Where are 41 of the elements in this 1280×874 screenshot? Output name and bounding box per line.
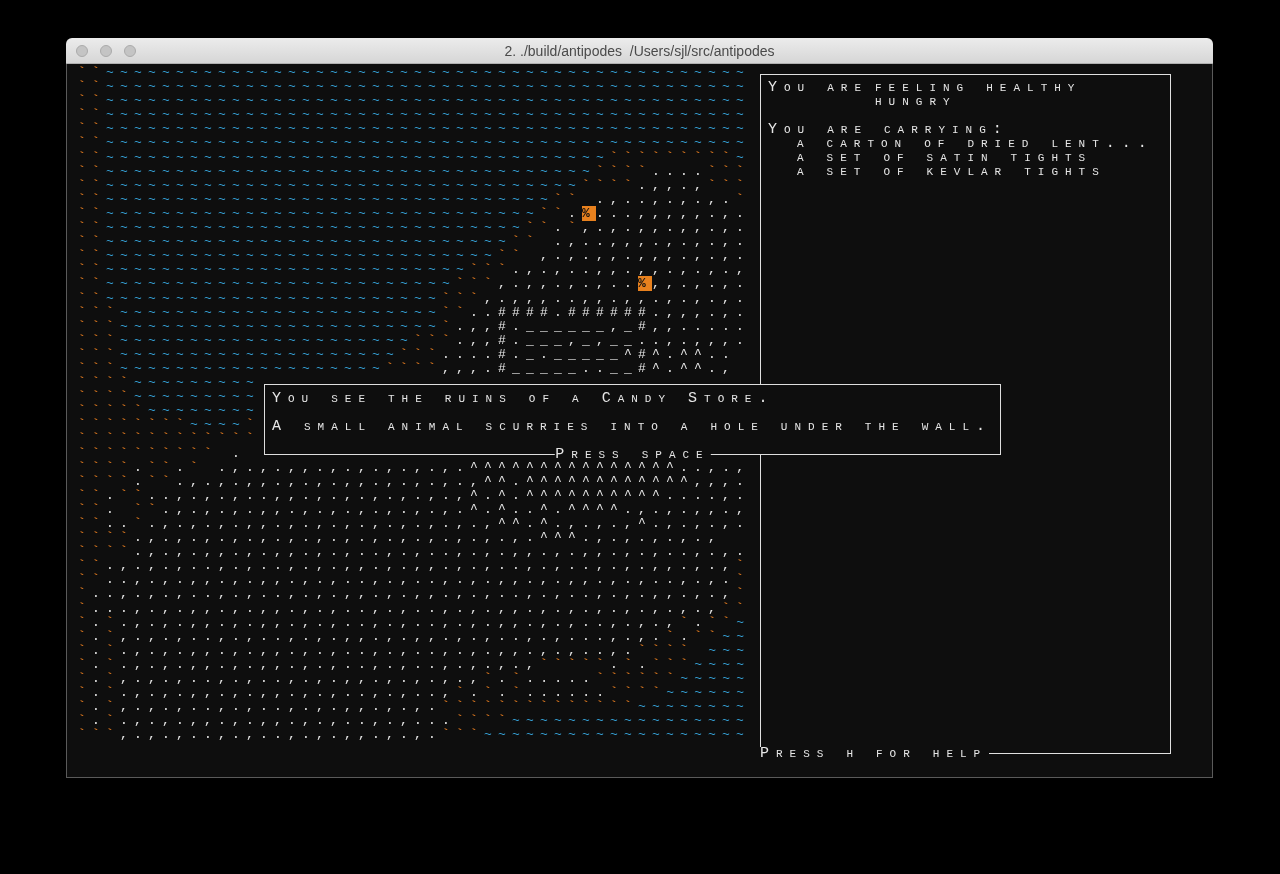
map-row-text: ``~~~~~~~~~~~~~~~~~~~~~~~~~~~~~~~``.%...,,,,,.,.: [78, 206, 751, 221]
map-row: ``~~~~~~~~~~~~~~~~~~~~~~~~~~~~~~~~`` .,..,.,.,.`: [78, 192, 751, 207]
map-row: ``~~~~~~~~~~~~~~~~~~~~~~~~~~~~~~~~~~~~`````````~: [78, 150, 751, 165]
window-button[interactable]: [124, 44, 136, 57]
map-row-text: ```~~~~~~~~~~~~~~~~~~~````,,,.#_____..__#^.^^.,: [78, 361, 738, 376]
map-row: ````.``.,.,.,,.,.,.,,.,.,.,.,^^.^^^^^^^^^^^^,,,.: [78, 474, 751, 489]
message-line: A small animal scurries into a hole under the wall.: [272, 417, 993, 437]
map-row: ```~~~~~~~~~~~~~~~~~~~~~~~`.,,#.______,_#,,.....: [78, 319, 751, 334]
window-title: 2. ./build/antipodes /Users/sjl/src/antipodes: [504, 42, 775, 59]
map-row: `.`.,.,.,,.,.,,.,.,..,.,..,.,.,,.,.,..,.```` ~~~: [78, 643, 751, 658]
inventory-item: a set of satin tights: [796, 151, 1094, 165]
map-row-text: `.`.,.,.,,.,.,,.,.,..,.,..,.,.,.,`````.`.```~~~~: [78, 657, 751, 672]
map-row: ``~~~~~~~~~~~~~~~~~~~~~~~~~~~~~~~~~~````.,,.,```: [78, 178, 751, 193]
map-row: ```~~~~~~~~~~~~~~~~~~~~~~~``..####.######.,,,.,.: [78, 305, 751, 320]
inventory-item: a set of kevlar tights: [796, 165, 1107, 179]
map-row-text: ``..`.,.,.,.,,.,.,.,.,.,.,.,.,^^.^.,.,.,^.,.,.,.: [78, 517, 751, 531]
map-row: ``~~~~~~~~~~~~~~~~~~~~~~~~~```,.,,.,.,..%,,.,.,.: [78, 277, 751, 292]
inventory-item: a carton of dried lent...: [796, 137, 1155, 151]
map-row: `.`.,.,.,,.,.,,.,.,..,.,..,.,.,,.,.,..,.,.,`.``~: [78, 615, 751, 630]
map-row: ```~~~~~~~~~~~~~~~~~~~~~```.,,#.___,_,__..,.,,,.: [78, 333, 751, 348]
window-button[interactable]: [76, 44, 88, 57]
map-row: `...,.,.,,.,.,,.,.,..,.,..,.,.,,.,.,.,.,.,.,.,``: [78, 601, 751, 616]
map-row: `````````` .: [78, 446, 247, 461]
map-row-text: ```~~~~~~~~~~~~~~~~~~~~```....#._._____^#^.^^..: [78, 347, 738, 362]
map-row: ``~~~~~~~~~~~~~~~~~~~~~~~~~~~~~~~~~~~~~~~~~~~~~~: [78, 136, 751, 151]
map-row: ``. ``.,.,.,.,,.,.,.,.,.,.,.^.^..^.^^^^.,.,.,,.,: [78, 502, 751, 517]
map-row: `````````````: [78, 432, 261, 447]
status-lead: You are: [768, 81, 868, 98]
window-button[interactable]: [100, 44, 112, 57]
message-line: You see the ruins of a Candy Store.: [272, 389, 776, 409]
map-row: ``~~~~~~~~~~~~~~~~~~~~~~~~```,.,,,..,,.,,.,.,.,.: [78, 291, 751, 306]
map-row-text: ``~~~~~~~~~~~~~~~~~~~~~~~~~~~~~~~~~~~~~~~~~~~~~~: [78, 66, 751, 80]
status-text: hungry: [875, 95, 958, 109]
map-row: ``~~~~~~~~~~~~~~~~~~~~~~~~~~~~~~~~~~~````....```: [78, 164, 751, 179]
map-row: ``.``..,.,.,..,,.,.,.,.,.,.,^.^.^^^^^^^^^^....,.: [78, 488, 751, 503]
map-row: `.`,.,.,..,.,..,.,.,,.,.,,.,.,..,.,...,.,.`.``~~: [78, 629, 751, 644]
map-row: `..,.,.,..,.,..,.,.,,.,.,,.,.,..,.,..,.,.,,.,.,`: [78, 587, 751, 602]
map-row: ````.``.` .,.,.,,.,.,.,.,.,.^^^^^^^^^^^^^^^..,.,: [78, 460, 751, 475]
inventory-heading: You are carrying:: [768, 123, 1010, 137]
map-row: ```,.,.,..,.,..,.,.,,.,.,.```~~~~~~~~~~~~~~~~~~~: [78, 728, 751, 743]
status-text: feeling healthy: [875, 81, 1082, 95]
